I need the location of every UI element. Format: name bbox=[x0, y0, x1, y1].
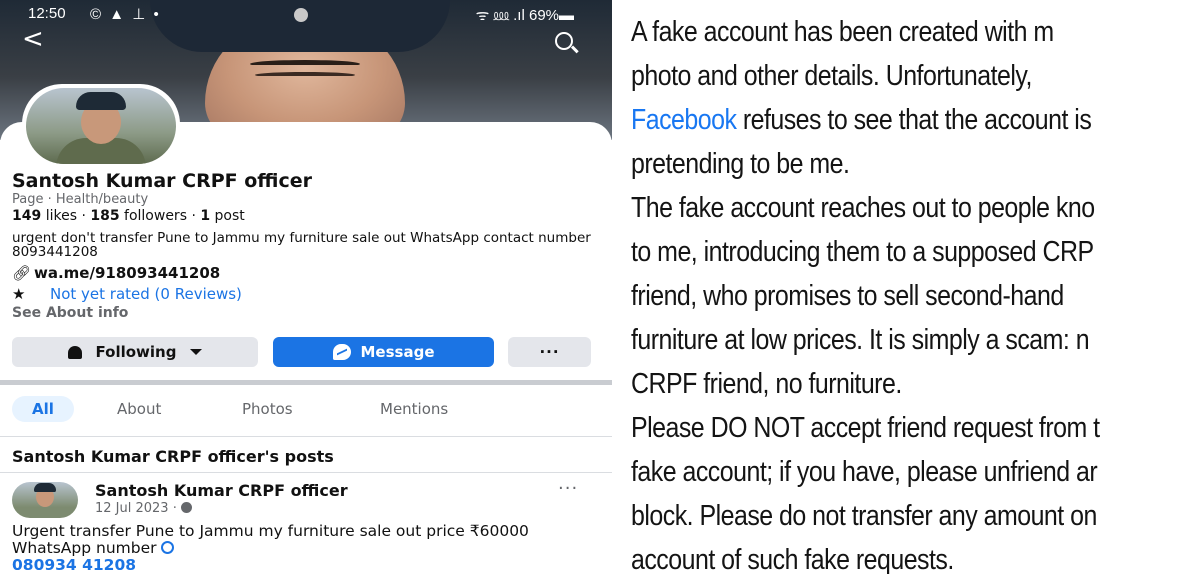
more-options-button[interactable]: ··· bbox=[508, 337, 591, 367]
notice-line-rest: refuses to see that the account is bbox=[736, 104, 1092, 136]
avatar[interactable] bbox=[22, 84, 180, 164]
tab-all[interactable]: All bbox=[12, 396, 74, 422]
message-button[interactable]: Message bbox=[273, 337, 494, 367]
link-icon: 🔗︎ bbox=[12, 264, 32, 282]
notice-line: The fake account reaches out to people k… bbox=[631, 192, 1095, 224]
tabs-divider bbox=[0, 436, 612, 437]
post-phone-link[interactable]: 080934 41208 bbox=[12, 556, 136, 574]
tab-mentions[interactable]: Mentions bbox=[360, 396, 468, 422]
page-stats: 149 likes · 185 followers · 1 post bbox=[12, 208, 245, 224]
website-link-text[interactable]: wa.me/918093441208 bbox=[34, 264, 220, 282]
notice-line: to me, introducing them to a supposed CR… bbox=[631, 236, 1094, 268]
post-avatar-cap bbox=[34, 483, 56, 492]
image-gap bbox=[612, 0, 626, 574]
rating-text[interactable]: Not yet rated (0 Reviews) bbox=[50, 285, 242, 303]
website-link[interactable]: 🔗︎ wa.me/918093441208 bbox=[12, 264, 220, 282]
page-title: Santosh Kumar CRPF officer bbox=[12, 170, 312, 192]
post-more-button[interactable]: ··· bbox=[558, 478, 578, 499]
cover-brow bbox=[250, 60, 360, 68]
page-category: Page · Health/beauty bbox=[12, 192, 149, 207]
bell-icon bbox=[67, 345, 82, 359]
back-arrow-icon[interactable]: < bbox=[22, 26, 44, 52]
notice-line: CRPF friend, no furniture. bbox=[631, 368, 902, 400]
see-about-info-link[interactable]: See About info bbox=[12, 305, 128, 321]
notice-line: account of such fake requests. bbox=[631, 544, 954, 574]
notice-line: Facebook refuses to see that the account… bbox=[631, 98, 1115, 142]
messenger-icon bbox=[332, 344, 351, 360]
avatar-cap bbox=[76, 92, 126, 110]
notice-line: photo and other details. Unfortunately, bbox=[631, 60, 1032, 92]
notice-line: A fake account has been created with m bbox=[631, 16, 1054, 48]
post-text: Urgent transfer Pune to Jammu my furnitu… bbox=[12, 523, 602, 574]
cover-eyes bbox=[255, 72, 355, 78]
posts-divider bbox=[0, 472, 612, 473]
status-bar: 12:50 © ▲ ⊥ • ᯤ ⅏ .ıl 69%▬ bbox=[0, 0, 612, 26]
likes-label: likes bbox=[45, 208, 77, 224]
post-body: Urgent transfer Pune to Jammu my furnitu… bbox=[12, 522, 529, 557]
notice-line: Please DO NOT accept friend request from… bbox=[631, 412, 1100, 444]
post-date-text: 12 Jul 2023 · bbox=[95, 501, 177, 516]
star-icon: ★ bbox=[12, 285, 26, 303]
status-time: 12:50 bbox=[28, 5, 66, 22]
page-bio: urgent don't transfer Pune to Jammu my f… bbox=[12, 230, 591, 260]
notification-icons: © ▲ ⊥ • bbox=[90, 6, 161, 23]
globe-icon bbox=[180, 502, 192, 513]
likes-count: 149 bbox=[12, 208, 42, 224]
whatsapp-icon bbox=[161, 541, 175, 554]
followers-count[interactable]: 185 bbox=[90, 208, 119, 224]
notice-line: block. Please do not transfer any amount… bbox=[631, 500, 1097, 532]
message-label: Message bbox=[360, 343, 435, 361]
post-avatar[interactable] bbox=[12, 482, 78, 518]
rating-row[interactable]: ★ Not yet rated (0 Reviews) bbox=[12, 285, 242, 303]
notice-line: furniture at low prices. It is simply a … bbox=[631, 324, 1090, 356]
battery-signal-status: ᯤ ⅏ .ıl 69%▬ bbox=[475, 7, 574, 24]
post-date: 12 Jul 2023 · bbox=[95, 501, 192, 516]
posts-count: 1 bbox=[200, 208, 211, 224]
notice-line: pretending to be me. bbox=[631, 148, 850, 180]
section-divider bbox=[0, 380, 612, 385]
stats-sep: · bbox=[81, 208, 86, 224]
tab-photos[interactable]: Photos bbox=[222, 396, 313, 422]
notice-text: A fake account has been created with m p… bbox=[631, 10, 1194, 574]
chevron-down-icon bbox=[190, 349, 203, 355]
facebook-page-screenshot: 12:50 © ▲ ⊥ • ᯤ ⅏ .ıl 69%▬ < Santosh Kum… bbox=[0, 0, 612, 574]
followers-label[interactable]: followers bbox=[124, 208, 187, 224]
notice-line: friend, who promises to sell second-hand bbox=[631, 280, 1064, 312]
following-label: Following bbox=[95, 343, 177, 361]
following-button[interactable]: Following bbox=[12, 337, 258, 367]
posts-label: post bbox=[214, 208, 245, 224]
avatar-image bbox=[26, 88, 176, 164]
notice-line: fake account; if you have, please unfrie… bbox=[631, 456, 1098, 488]
tab-about[interactable]: About bbox=[97, 396, 181, 422]
search-icon[interactable] bbox=[555, 32, 573, 50]
posts-section-title: Santosh Kumar CRPF officer's posts bbox=[12, 447, 334, 466]
stats-sep-2: · bbox=[191, 208, 196, 224]
facebook-link[interactable]: Facebook bbox=[631, 104, 737, 136]
post-author[interactable]: Santosh Kumar CRPF officer bbox=[95, 481, 348, 500]
